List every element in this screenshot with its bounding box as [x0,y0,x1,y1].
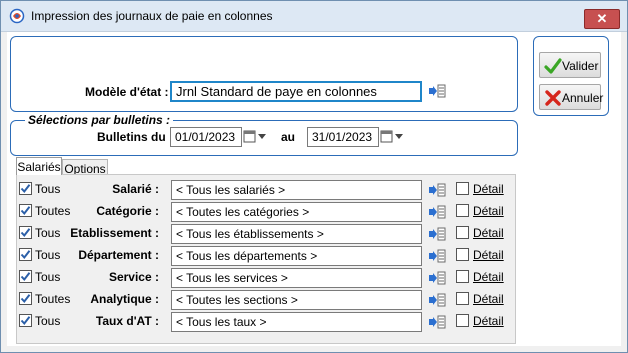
bulletins-from-label: Bulletins du [97,130,166,144]
tab-options[interactable]: Options [62,159,108,176]
date-from-field[interactable]: 01/01/2023 [170,127,242,147]
row-value-field[interactable]: < Toutes les sections > [171,290,422,310]
detail-checkbox[interactable] [456,314,469,327]
list-select-icon[interactable] [428,293,446,307]
all-checkbox[interactable] [19,226,32,239]
detail-label: Détail [473,270,504,284]
list-select-icon[interactable] [428,227,446,241]
list-select-icon[interactable] [428,315,446,329]
detail-checkbox[interactable] [456,182,469,195]
detail-checkbox[interactable] [456,292,469,305]
detail-label: Détail [473,292,504,306]
detail-label: Détail [473,182,504,196]
checkmark-icon [20,184,31,194]
row-label: Taux d'AT : [95,314,159,328]
detail-label: Détail [473,204,504,218]
checkmark-icon [20,294,31,304]
list-select-icon[interactable] [428,183,446,197]
checkmark-icon [20,250,31,260]
row-value-field[interactable]: < Tous les salariés > [171,180,422,200]
all-checkbox-label: Tous [35,270,61,284]
all-checkbox-label: Toutes [35,292,71,306]
row-label: Département : [78,248,159,262]
close-button[interactable]: ✕ [584,9,620,29]
all-checkbox[interactable] [19,204,32,217]
row-value-field[interactable]: < Tous les établissements > [171,224,422,244]
bulletins-to-label: au [281,130,296,144]
all-checkbox[interactable] [19,182,32,195]
all-checkbox-label: Toutes [35,204,71,218]
all-checkbox[interactable] [19,292,32,305]
list-select-icon[interactable] [428,84,446,98]
detail-checkbox[interactable] [456,248,469,261]
date-to-field[interactable]: 31/01/2023 [307,127,379,147]
checkmark-icon [20,206,31,216]
detail-checkbox[interactable] [456,226,469,239]
tab-salaries[interactable]: Salariés [16,157,62,175]
all-checkbox-label: Tous [35,226,61,240]
all-checkbox-label: Tous [35,248,61,262]
title-bar[interactable]: Impression des journaux de paie en colon… [1,1,627,32]
detail-checkbox[interactable] [456,204,469,217]
list-select-icon[interactable] [428,249,446,263]
selections-legend: Sélections par bulletins : [25,113,174,127]
checkmark-icon [20,272,31,282]
cancel-button[interactable]: Annuler [539,84,604,110]
row-label: Service : [108,270,159,284]
row-value-field[interactable]: < Toutes les catégories > [171,202,422,222]
row-value-field[interactable]: < Tous les départements > [171,246,422,266]
model-field[interactable]: Jrnl Standard de paye en colonnes [170,81,422,102]
list-select-icon[interactable] [428,271,446,285]
cancel-label: Annuler [562,91,604,105]
dialog-body: Modèle d'état : Jrnl Standard de paye en… [7,32,621,346]
detail-label: Détail [473,226,504,240]
checkmark-icon [20,228,31,238]
validate-button[interactable]: Valider [539,52,601,78]
model-label: Modèle d'état : [85,85,169,99]
row-label: Etablissement : [70,226,159,240]
detail-checkbox[interactable] [456,270,469,283]
red-x-icon [545,90,561,106]
all-checkbox-label: Tous [35,182,61,196]
detail-label: Détail [473,248,504,262]
all-checkbox[interactable] [19,270,32,283]
detail-label: Détail [473,314,504,328]
row-label: Salarié : [112,182,159,196]
all-checkbox[interactable] [19,248,32,261]
list-select-icon[interactable] [428,205,446,219]
checkmark-icon [20,316,31,326]
calendar-icon[interactable] [243,129,267,145]
window-title: Impression des journaux de paie en colon… [31,9,273,23]
all-checkbox-label: Tous [35,314,61,328]
dialog-window: Impression des journaux de paie en colon… [0,0,628,353]
row-value-field[interactable]: < Tous les services > [171,268,422,288]
row-label: Analytique : [90,292,159,306]
green-check-icon [544,58,562,74]
validate-label: Valider [562,59,599,73]
row-value-field[interactable]: < Tous les taux > [171,312,422,332]
calendar-icon[interactable] [380,129,404,145]
app-icon [9,8,25,24]
row-label: Catégorie : [96,204,159,218]
all-checkbox[interactable] [19,314,32,327]
